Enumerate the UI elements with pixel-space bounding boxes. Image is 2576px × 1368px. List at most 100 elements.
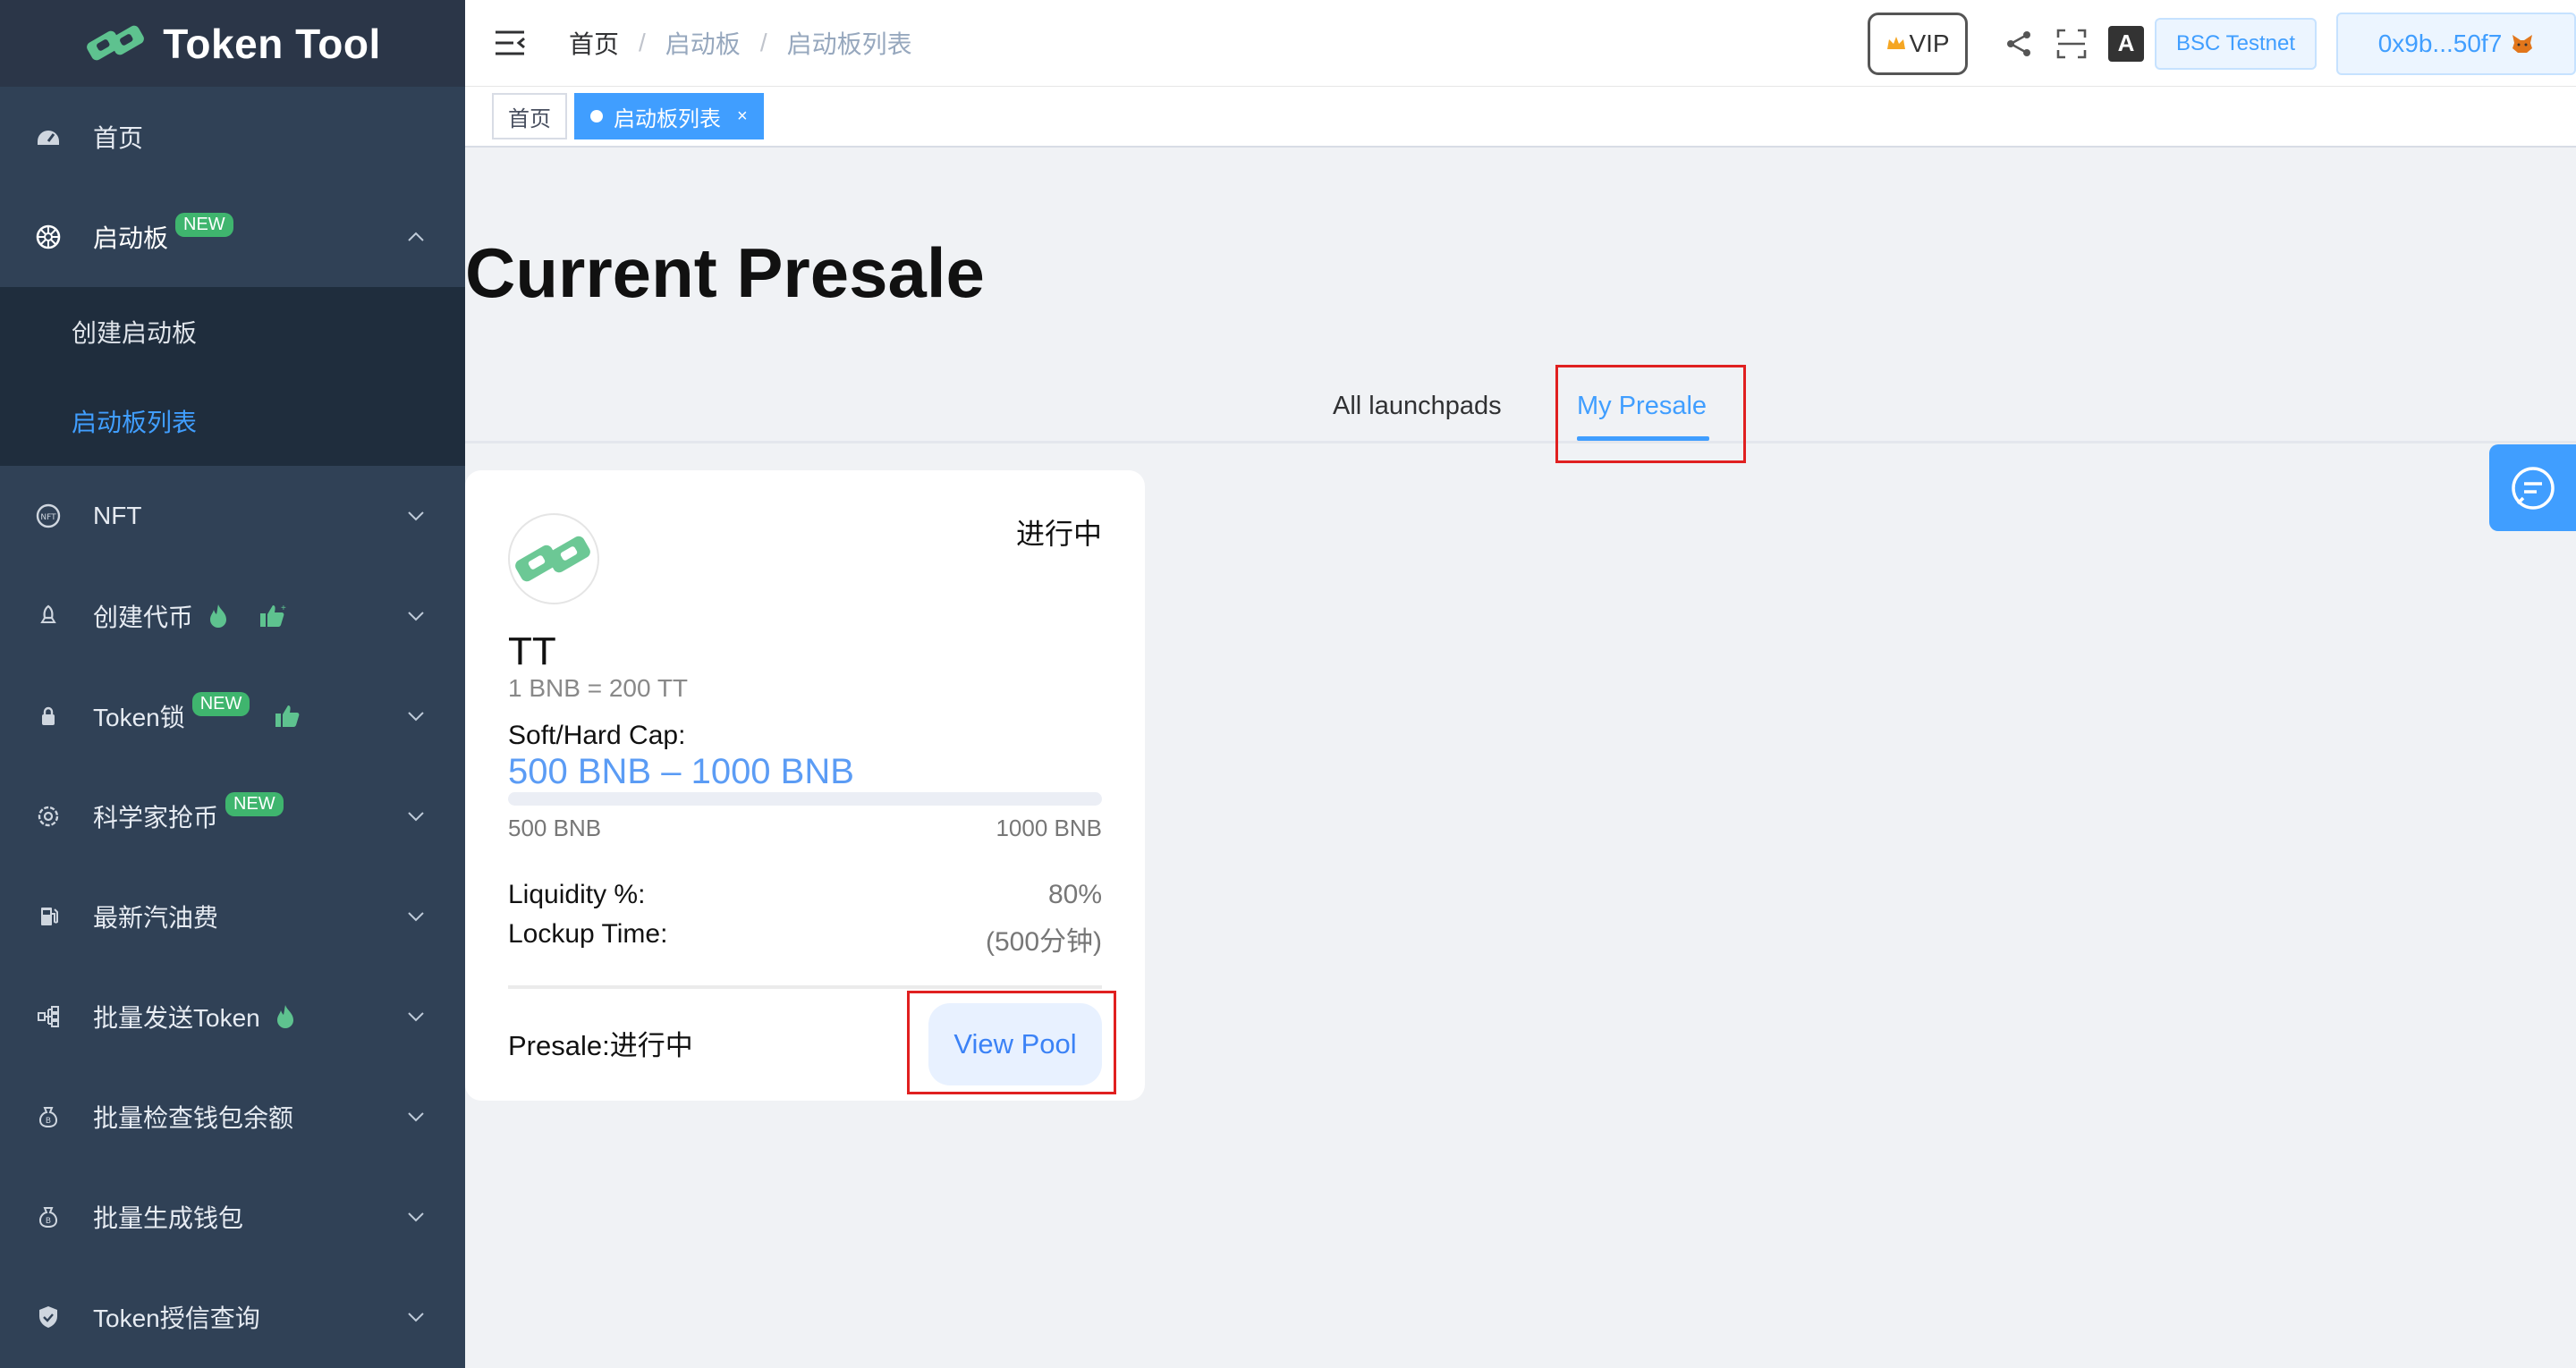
chat-icon: [2511, 466, 2555, 510]
page-title: Current Presale: [465, 233, 985, 312]
sidebar-item-label: Token授信查询: [93, 1305, 260, 1332]
tags-view: 首页 启动板列表 ×: [465, 87, 2576, 148]
active-dot: [590, 110, 603, 122]
chevron-down-icon: [408, 912, 424, 922]
cap-value: 500 BNB – 1000 BNB: [508, 752, 854, 791]
lockup-label: Lockup Time:: [508, 919, 668, 949]
sidebar-item-label: NFT: [93, 502, 142, 529]
menu-toggle-icon[interactable]: [494, 30, 526, 56]
network-button[interactable]: BSC Testnet: [2155, 17, 2317, 70]
app-name: Token Tool: [163, 20, 381, 67]
new-badge: NEW: [191, 691, 250, 716]
lock-icon: [34, 702, 63, 730]
sidebar-item-create-token[interactable]: 创建代币 +: [0, 566, 465, 666]
sidebar-item-token-lock[interactable]: Token锁 NEW: [0, 666, 465, 766]
sidebar-item-approval-check[interactable]: Token授信查询: [0, 1267, 465, 1367]
sidebar-item-sniper[interactable]: 科学家抢币 NEW: [0, 766, 465, 866]
tag-launchpad-list[interactable]: 启动板列表 ×: [574, 93, 764, 139]
tab-all-launchpads[interactable]: All launchpads: [1333, 392, 1502, 421]
tree-icon: [34, 1002, 63, 1031]
chevron-down-icon: [408, 1012, 424, 1022]
sidebar-item-home[interactable]: 首页: [0, 87, 465, 187]
svg-text:+: +: [281, 604, 286, 613]
breadcrumb-separator: /: [639, 29, 646, 56]
svg-text:B: B: [46, 1217, 51, 1226]
sidebar-item-label: 最新汽油费: [93, 904, 219, 932]
presale-tabs: All launchpads My Presale: [465, 358, 2576, 443]
sidebar-item-label: 批量生成钱包: [93, 1204, 244, 1232]
sidebar-item-label: 首页: [93, 124, 144, 152]
new-badge: NEW: [175, 212, 233, 237]
cap-label: Soft/Hard Cap:: [508, 721, 686, 750]
chevron-down-icon: [408, 511, 424, 521]
sidebar-item-launchpad[interactable]: 启动板 NEW: [0, 187, 465, 287]
chevron-down-icon: [408, 1313, 424, 1322]
token-logo: [508, 513, 599, 604]
sidebar-subitem-create-launchpad[interactable]: 创建启动板: [0, 287, 465, 376]
breadcrumb-separator: /: [759, 29, 767, 56]
cap-max: 1000 BNB: [996, 815, 1102, 841]
liquidity-value: 80%: [1047, 880, 1102, 909]
top-navbar: 首页 / 启动板 / 启动板列表 VIP A BSC Testnet 0x9b.…: [465, 0, 2576, 87]
chevron-down-icon: [408, 1212, 424, 1222]
tag-home[interactable]: 首页: [492, 93, 567, 139]
language-icon[interactable]: A: [2108, 25, 2145, 62]
gear-icon: [34, 802, 63, 831]
presale-status-footer: Presale:进行中: [508, 1030, 693, 1061]
chevron-down-icon: [408, 712, 424, 722]
chevron-down-icon: [408, 812, 424, 822]
sidebar-item-label: 批量检查钱包余额: [93, 1104, 294, 1132]
chevron-up-icon: [408, 232, 424, 241]
money-bag-icon: B: [34, 1102, 63, 1131]
money-bag-icon: B: [34, 1203, 63, 1231]
sidebar-item-nft[interactable]: NFT NFT: [0, 466, 465, 566]
new-badge: NEW: [225, 791, 284, 816]
chat-button[interactable]: [2489, 444, 2576, 531]
cap-min: 500 BNB: [508, 815, 602, 841]
highlight-box-view-pool: [907, 991, 1116, 1094]
shield-icon: [34, 1303, 63, 1331]
sidebar-item-label: 创建代币: [93, 604, 194, 631]
sidebar-item-batch-send[interactable]: 批量发送Token: [0, 967, 465, 1067]
sidebar-item-label: 启动板: [93, 224, 169, 252]
token-rate: 1 BNB = 200 TT: [508, 674, 689, 702]
sidebar-item-label: 科学家抢币: [93, 804, 219, 832]
breadcrumb-current: 启动板列表: [786, 30, 912, 58]
sidebar-item-batch-wallet[interactable]: B 批量生成钱包: [0, 1167, 465, 1267]
sidebar-subitem-label: 启动板列表: [72, 409, 198, 436]
fullscreen-icon[interactable]: [2055, 28, 2088, 60]
fire-icon: [204, 602, 233, 630]
fire-icon: [271, 1002, 300, 1031]
card-divider: [508, 985, 1102, 989]
crown-icon: [1887, 36, 1906, 49]
header-actions: VIP A BSC Testnet 0x9b...50f7: [1868, 0, 2576, 87]
sidebar-subitem-launchpad-list[interactable]: 启动板列表: [0, 376, 465, 466]
wallet-address: 0x9b...50f7: [2377, 29, 2503, 57]
wallet-address-button[interactable]: 0x9b...50f7: [2336, 12, 2576, 75]
wheel-icon: [34, 223, 63, 251]
nft-icon: NFT: [34, 502, 63, 530]
progress-bar: [508, 792, 1102, 806]
share-icon[interactable]: [2003, 28, 2035, 60]
sidebar-item-batch-balance[interactable]: B 批量检查钱包余额: [0, 1067, 465, 1167]
close-icon[interactable]: ×: [737, 106, 748, 127]
vip-button[interactable]: VIP: [1868, 12, 1969, 75]
vip-label: VIP: [1909, 29, 1950, 57]
sidebar-subitem-label: 创建启动板: [72, 319, 198, 347]
rocket-icon: [34, 602, 63, 630]
breadcrumb-home[interactable]: 首页: [569, 25, 619, 61]
svg-text:NFT: NFT: [40, 513, 56, 522]
presale-status: 进行中: [1015, 518, 1102, 550]
dashboard-icon: [34, 122, 63, 151]
thumbs-up-icon: [273, 702, 301, 730]
logo[interactable]: Token Tool: [0, 0, 465, 87]
launchpad-submenu: 创建启动板 启动板列表: [0, 287, 465, 466]
sidebar-item-label: 批量发送Token: [93, 1004, 260, 1032]
breadcrumb-launchpad: 启动板: [665, 30, 741, 58]
sidebar-item-label: Token锁: [93, 704, 185, 731]
metamask-fox-icon: [2512, 34, 2533, 53]
lockup-value: (500分钟): [985, 927, 1102, 957]
sidebar-item-gas-fee[interactable]: 最新汽油费: [0, 866, 465, 967]
sidebar: Token Tool 首页 启动板 NEW 创建启动板 启动板列表 NFT NF…: [0, 0, 465, 1368]
logo-icon: [87, 25, 145, 60]
